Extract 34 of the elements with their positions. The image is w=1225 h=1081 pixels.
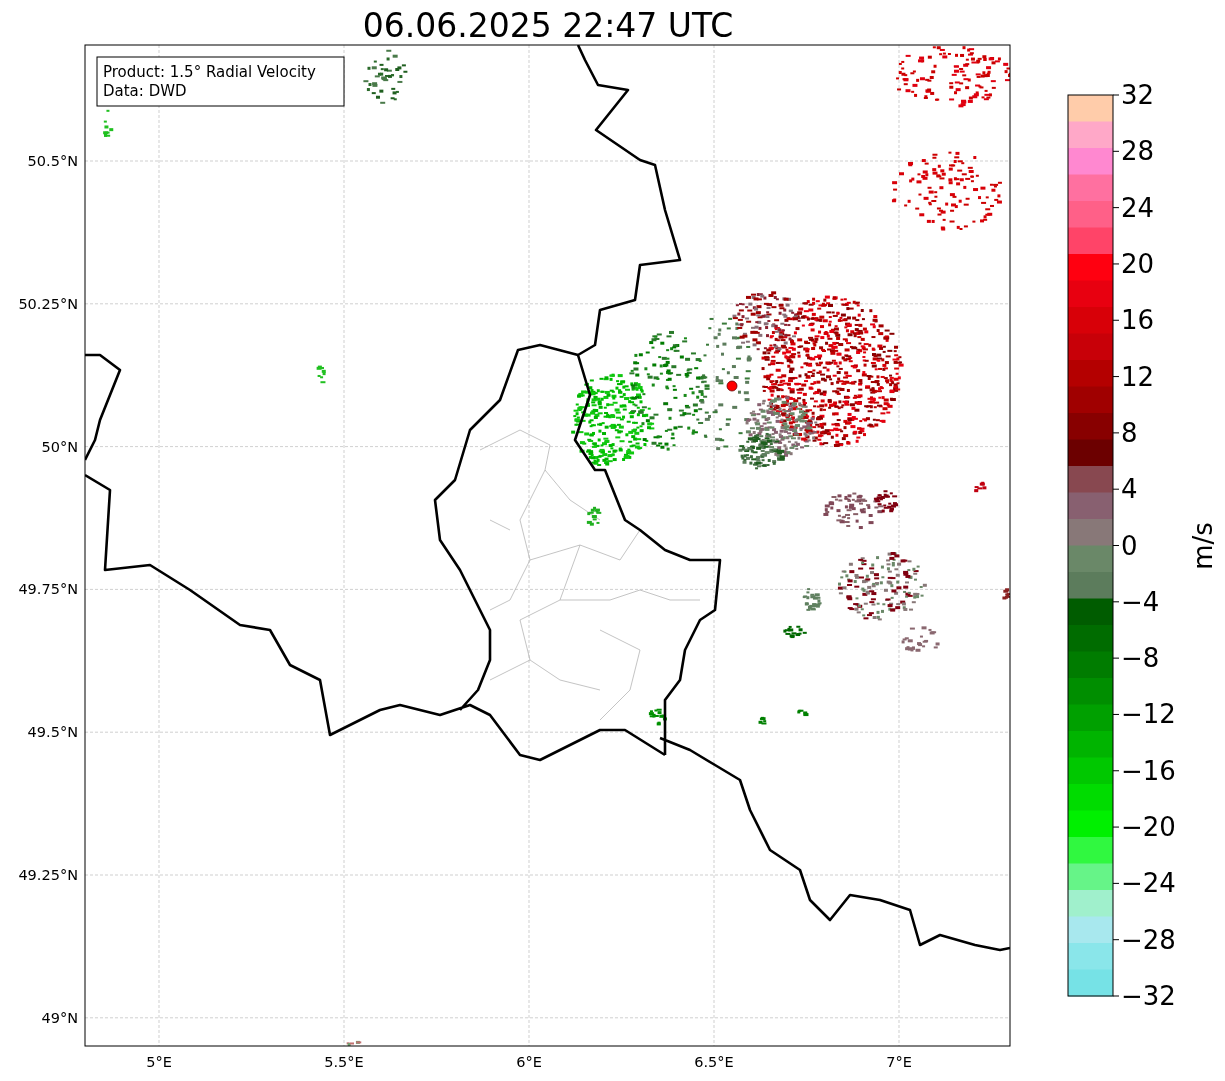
colorbar-tick-label: 8 [1121,417,1138,448]
colorbar-tick-label: 32 [1121,80,1155,110]
colorbar-tick-label: −24 [1121,868,1176,899]
longitude-label: 6.5°E [694,1054,734,1070]
colorbar-tick-label: −20 [1121,812,1176,843]
colorbar-tick-label: −32 [1121,981,1176,1011]
colorbar-label: m/s [1188,522,1218,570]
colorbar-tick-label: 4 [1121,474,1138,505]
colorbar-tick-label: −4 [1121,586,1160,617]
latitude-label: 50.25°N [18,295,78,312]
latitude-label: 50°N [41,438,78,455]
longitude-label: 6°E [516,1054,542,1070]
latitude-label: 50.5°N [27,153,78,169]
colorbar-tick-label: 28 [1121,136,1155,167]
longitude-label: 5.5°E [324,1054,364,1070]
colorbar-tick-label: 12 [1121,361,1155,392]
latitude-label: 49.75°N [18,581,78,598]
radar-site-marker [726,380,738,392]
info-text: Data: DWD [103,82,187,100]
colorbar-tick-label: −28 [1121,924,1176,955]
colorbar-tick-label: 24 [1121,192,1155,223]
colorbar-tick-label: −12 [1121,699,1176,730]
longitude-label: 7°E [886,1054,912,1070]
colorbar-tick-label: 16 [1121,305,1155,336]
colorbar-tick-label: 0 [1121,530,1138,561]
info-text: Product: 1.5° Radial Velocity [103,63,316,81]
longitude-label: 5°E [146,1054,172,1070]
colorbar-tick-label: 20 [1121,248,1155,279]
latitude-label: 49°N [41,1009,78,1026]
colorbar-tick-label: −16 [1121,755,1176,786]
latitude-label: 49.25°N [18,867,78,883]
colorbar-tick-label: −8 [1121,643,1160,674]
latitude-label: 49.5°N [27,724,78,741]
chart-title: 06.06.2025 22:47 UTC [362,6,734,45]
